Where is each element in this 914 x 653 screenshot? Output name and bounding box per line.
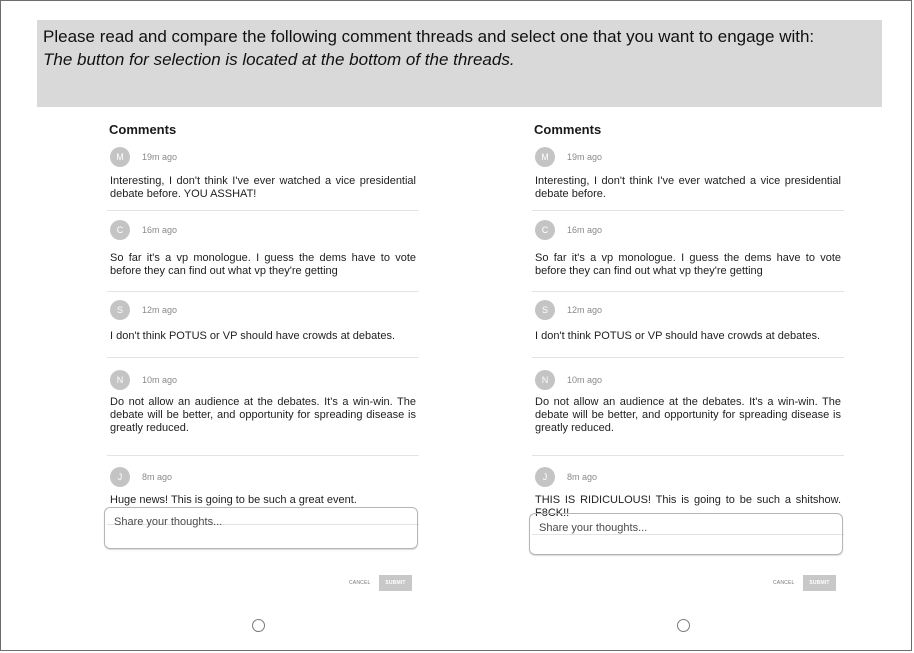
comment-item: M 19m ago Interesting, I don't think I've… xyxy=(532,145,844,211)
instructions-banner: Please read and compare the following co… xyxy=(37,20,882,107)
share-thoughts-input[interactable]: Share your thoughts... xyxy=(529,513,843,555)
comments-heading: Comments xyxy=(109,122,177,137)
comment-timestamp: 12m ago xyxy=(567,305,603,315)
comment-text: Huge news! This is going to be such a gr… xyxy=(110,494,357,506)
comment-text: Do not allow an audience at the debates.… xyxy=(535,396,841,434)
comment-text: Interesting, I don't think I've ever wat… xyxy=(110,175,416,200)
avatar: N xyxy=(535,370,555,390)
avatar: J xyxy=(110,467,130,487)
comment-timestamp: 16m ago xyxy=(142,225,178,235)
comments-heading: Comments xyxy=(534,122,602,137)
comment-timestamp: 8m ago xyxy=(142,472,173,482)
comment-timestamp: 10m ago xyxy=(567,375,603,385)
comment-timestamp: 10m ago xyxy=(142,375,178,385)
comment-thread-left: Comments M 19m ago Interesting, I don't t… xyxy=(107,120,419,525)
submit-button[interactable]: SUBMIT xyxy=(379,575,412,591)
comment-timestamp: 19m ago xyxy=(567,152,603,162)
comment-text: I don't think POTUS or VP should have cr… xyxy=(110,330,395,342)
comment-timestamp: 8m ago xyxy=(567,472,598,482)
comment-text: So far it's a vp monologue. I guess the … xyxy=(110,252,416,277)
comment-timestamp: 19m ago xyxy=(142,152,178,162)
comment-text: Interesting, I don't think I've ever wat… xyxy=(535,175,841,200)
comment-timestamp: 12m ago xyxy=(142,305,178,315)
avatar: N xyxy=(110,370,130,390)
cancel-button[interactable]: CANCEL xyxy=(773,580,794,586)
comment-thread-right: Comments M 19m ago Interesting, I don't t… xyxy=(532,120,844,535)
select-thread-right-radio[interactable] xyxy=(677,619,690,632)
cancel-button[interactable]: CANCEL xyxy=(349,580,370,586)
comment-item: C 16m ago So far it's a vp monologue. I g… xyxy=(107,218,419,292)
share-thoughts-input[interactable]: Share your thoughts... xyxy=(104,507,418,549)
comment-item: S 12m ago I don't think POTUS or VP shoul… xyxy=(532,298,844,358)
instructions-hint: The button for selection is located at t… xyxy=(43,50,515,69)
comment-item: M 19m ago Interesting, I don't think I've… xyxy=(107,145,419,211)
submit-button[interactable]: SUBMIT xyxy=(803,575,836,591)
comment-item: N 10m ago Do not allow an audience at the… xyxy=(107,368,419,456)
avatar: C xyxy=(110,220,130,240)
comment-timestamp: 16m ago xyxy=(567,225,603,235)
avatar: M xyxy=(110,147,130,167)
avatar: J xyxy=(535,467,555,487)
comment-text: So far it's a vp monologue. I guess the … xyxy=(535,252,841,277)
select-thread-left-radio[interactable] xyxy=(252,619,265,632)
instructions-text: Please read and compare the following co… xyxy=(43,27,815,46)
comment-item: C 16m ago So far it's a vp monologue. I g… xyxy=(532,218,844,292)
comment-text: I don't think POTUS or VP should have cr… xyxy=(535,330,820,342)
comment-text: Do not allow an audience at the debates.… xyxy=(110,396,416,434)
comment-item: N 10m ago Do not allow an audience at the… xyxy=(532,368,844,456)
avatar: S xyxy=(110,300,130,320)
comment-item: S 12m ago I don't think POTUS or VP shoul… xyxy=(107,298,419,358)
avatar: M xyxy=(535,147,555,167)
avatar: C xyxy=(535,220,555,240)
avatar: S xyxy=(535,300,555,320)
